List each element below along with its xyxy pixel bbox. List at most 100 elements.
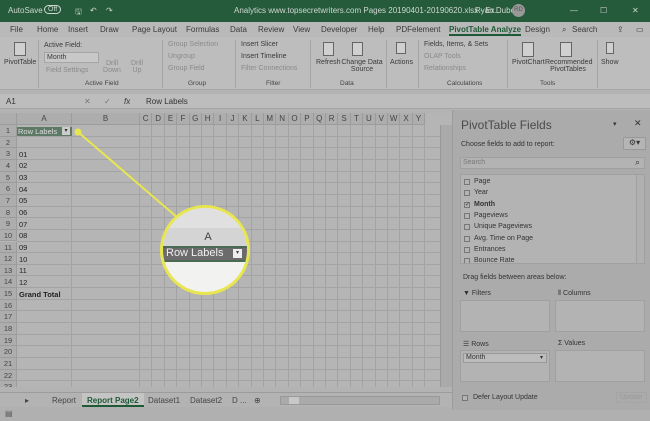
row-header[interactable]: 6 [0,183,17,195]
autosave-toggle[interactable]: Off [44,5,62,14]
insert-slicer-button[interactable]: Insert Slicer [241,41,278,48]
tab-pivottable-analyze[interactable]: PivotTable Analyze [449,25,522,36]
group-field-button[interactable]: Group Field [168,65,205,72]
row-header[interactable]: 8 [0,206,17,219]
field-settings-button[interactable]: Field Settings [46,67,88,74]
columns-drop-area[interactable] [555,300,645,332]
field-checkbox[interactable] [464,179,470,185]
drill-up-button[interactable]: Drill Up [128,60,146,74]
tab-home[interactable]: Home [37,25,58,34]
column-header-j[interactable]: J [226,113,240,125]
field-search-input[interactable]: Search ⌕ [460,157,645,169]
tab-draw[interactable]: Draw [100,25,119,34]
actions-button[interactable]: Actions [390,59,413,66]
tab-insert[interactable]: Insert [68,25,88,34]
filter-dropdown-icon[interactable]: ▾ [233,249,242,258]
sheet-tab[interactable]: Dataset1 [148,396,180,405]
sheet-tab[interactable]: D ... [232,396,247,405]
pivotchart-button[interactable]: PivotChart [512,59,545,66]
save-icon[interactable]: 🖫 [75,6,82,20]
rows-drop-area[interactable]: Month ▾ [460,350,550,382]
row-header[interactable]: 2 [0,136,17,149]
recommended-pivottables-button[interactable]: Recommended PivotTables [545,59,592,73]
filter-connections-button[interactable]: Filter Connections [241,65,297,72]
close-icon[interactable]: ✕ [632,6,639,15]
values-drop-area[interactable] [555,350,645,382]
tab-review[interactable]: Review [258,25,284,34]
enter-icon[interactable]: ✓ [104,97,111,106]
column-header-k[interactable]: K [239,113,252,125]
cancel-icon[interactable]: ✕ [84,97,91,106]
fields-items-sets-button[interactable]: Fields, Items, & Sets [424,41,488,48]
row-header[interactable]: 19 [0,334,17,347]
active-field-input[interactable]: Month [44,52,99,63]
row-header[interactable]: 15 [0,288,17,300]
column-header-a[interactable]: A [17,113,72,125]
row-header[interactable]: 7 [0,194,17,207]
tab-pdfelement[interactable]: PDFelement [396,25,440,34]
column-header-d[interactable]: D [152,113,165,125]
column-header-s[interactable]: S [338,113,351,125]
field-checkbox[interactable] [464,235,470,242]
undo-icon[interactable]: ↶ [90,6,97,15]
row-header[interactable]: 12 [0,253,17,265]
defer-layout-checkbox[interactable] [462,395,468,401]
column-header-x[interactable]: X [400,113,413,125]
avatar[interactable]: RD [512,4,525,17]
sheet-tab[interactable]: Dataset2 [190,396,222,405]
group-selection-button[interactable]: Group Selection [168,41,218,48]
update-button[interactable]: Update [616,392,647,403]
column-header-v[interactable]: V [375,113,388,125]
cell-a[interactable]: 06 [19,208,27,217]
row-header[interactable]: 16 [0,299,17,312]
cell-a[interactable]: Grand Total [19,290,61,299]
column-header-q[interactable]: Q [313,113,326,125]
tab-help[interactable]: Help [368,25,384,34]
field-name[interactable]: Year [474,189,488,196]
cell-a[interactable]: 03 [19,173,27,182]
field-checkbox[interactable] [464,212,470,219]
cell-a[interactable]: 08 [19,231,27,240]
field-checkbox[interactable] [464,190,470,197]
column-header-e[interactable]: E [164,113,178,125]
redo-icon[interactable]: ↷ [106,6,113,15]
maximize-icon[interactable]: ☐ [600,6,607,15]
drill-down-button[interactable]: Drill Down [102,60,122,74]
field-checkbox[interactable] [464,224,470,231]
field-name[interactable]: Entrances [474,246,506,253]
name-box[interactable]: A1 [6,97,16,106]
field-checkbox[interactable]: ✓ [464,201,470,208]
cell-a[interactable]: 05 [19,196,27,205]
row-header[interactable]: 20 [0,346,17,358]
row-header[interactable]: 10 [0,229,17,242]
tab-data[interactable]: Data [230,25,247,34]
row-header[interactable]: 13 [0,264,17,277]
tab-developer[interactable]: Developer [321,25,357,34]
sheet-tab[interactable]: Report [52,396,76,405]
cell-a[interactable]: 12 [19,278,27,287]
horizontal-scrollbar[interactable] [280,396,440,405]
function-icon[interactable]: fx [124,97,130,106]
column-header-r[interactable]: R [326,113,339,125]
field-name[interactable]: Unique Pageviews [474,223,532,230]
column-header-y[interactable]: Y [412,113,426,125]
pane-close-icon[interactable]: ✕ [634,118,642,129]
scroll-sheets-icon[interactable]: ▸ [25,396,29,405]
row-header[interactable]: 11 [0,241,17,254]
field-checkbox[interactable] [464,258,470,263]
ungroup-button[interactable]: Ungroup [168,53,195,60]
column-header-c[interactable]: C [140,113,153,125]
refresh-button[interactable]: Refresh [316,59,341,66]
relationships-button[interactable]: Relationships [424,65,466,72]
formula-input[interactable]: Row Labels [146,97,188,106]
column-header-w[interactable]: W [388,113,401,125]
field-name[interactable]: Page [474,178,490,185]
pivottable-button[interactable]: PivotTable [4,59,36,66]
macro-record-icon[interactable]: ▤ [5,409,13,418]
cell-a[interactable]: 10 [19,255,27,264]
row-header[interactable]: 9 [0,218,17,230]
cell-a[interactable]: 04 [19,185,27,194]
layout-gear-icon[interactable]: ⚙▾ [623,137,646,150]
tab-page-layout[interactable]: Page Layout [132,25,177,34]
ribbon-search[interactable]: Search [572,25,597,34]
